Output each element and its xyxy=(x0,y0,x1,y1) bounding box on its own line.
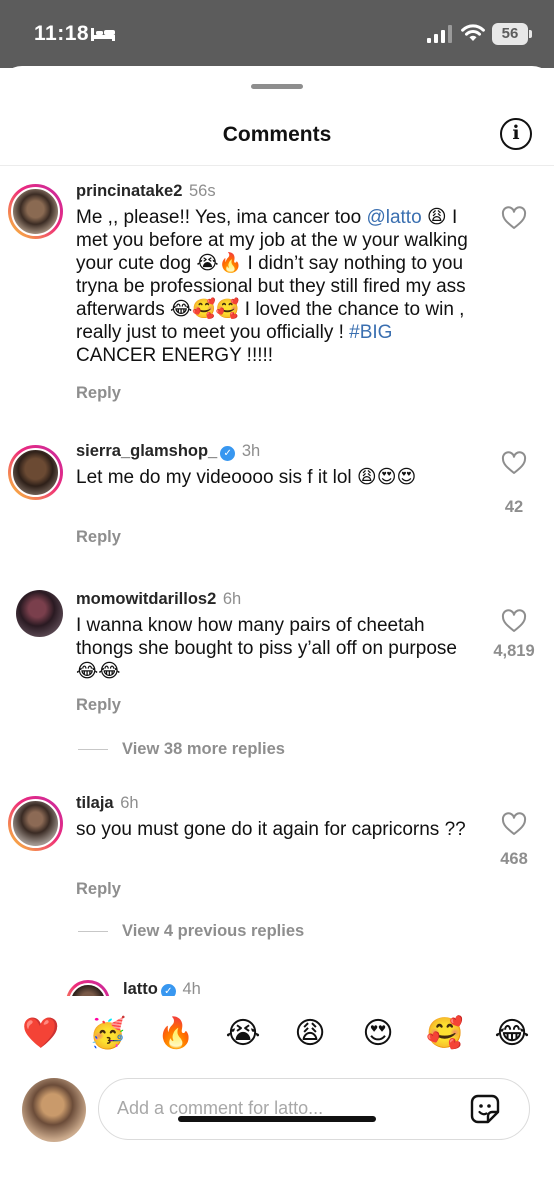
comment-text-segment: CANCER ENERGY !!!!! xyxy=(76,345,274,366)
comment-username[interactable]: latto xyxy=(123,980,158,996)
reaction-heart[interactable]: ❤️ xyxy=(21,1014,61,1054)
comment-time: 3h xyxy=(241,442,261,460)
comment-time: 56s xyxy=(188,182,216,200)
comment-text: I wanna know how many pairs of cheetah t… xyxy=(76,614,476,683)
cellular-signal-icon xyxy=(427,25,452,43)
heart-icon[interactable] xyxy=(501,609,527,633)
quick-reactions-bar: ❤️ 🥳 🔥 😭 😩 😍 🥰 😂 xyxy=(0,998,554,1078)
reaction-heart-eyes[interactable]: 😍 xyxy=(358,1014,398,1054)
comment-text-segment: Me ,, please!! Yes, ima cancer too xyxy=(76,207,367,228)
sticker-icon[interactable] xyxy=(469,1093,501,1125)
like-count: 42 xyxy=(504,498,524,516)
comment-input[interactable]: Add a comment for latto... xyxy=(98,1078,530,1140)
reply-button[interactable]: Reply xyxy=(76,528,121,547)
heart-icon[interactable] xyxy=(501,206,527,230)
comment-time: 6h xyxy=(222,590,242,608)
avatar[interactable] xyxy=(8,184,63,239)
reply-button[interactable]: Reply xyxy=(76,384,121,403)
avatar[interactable] xyxy=(16,590,63,637)
view-replies-button[interactable]: View 4 previous replies xyxy=(78,922,304,941)
verified-badge-icon: ✓ xyxy=(220,446,236,461)
comment-text-segment: Let me do my videoooo sis f it lol 😩😍😍 xyxy=(76,467,417,488)
comment-text: Me ,, please!! Yes, ima cancer too @latt… xyxy=(76,206,476,367)
status-time: 11:18 xyxy=(34,22,90,45)
comment-text: so you must gone do it again for caprico… xyxy=(76,818,476,841)
status-bar: 11:18 56 xyxy=(0,0,554,68)
comment-list[interactable]: princinatake2 56s Me ,, please!! Yes, im… xyxy=(0,166,554,996)
avatar[interactable] xyxy=(8,796,63,851)
comment-time: 6h xyxy=(120,794,139,812)
home-indicator[interactable] xyxy=(178,1116,376,1122)
comment-text-segment: I wanna know how many pairs of cheetah t… xyxy=(76,615,457,682)
info-icon[interactable]: i xyxy=(500,118,532,150)
battery-indicator: 56 xyxy=(492,23,532,45)
comment-time: 4h xyxy=(182,980,201,996)
reaction-party[interactable]: 🥳 xyxy=(88,1014,128,1054)
reaction-smiling-hearts[interactable]: 🥰 xyxy=(425,1014,465,1054)
comment-username[interactable]: princinatake2 xyxy=(76,182,182,200)
comment-username[interactable]: momowitdarillos2 xyxy=(76,590,216,608)
page-title: Comments xyxy=(222,123,332,146)
avatar xyxy=(22,1078,86,1142)
comment-username[interactable]: sierra_glamshop_ xyxy=(76,442,217,460)
avatar[interactable] xyxy=(66,980,110,996)
comments-sheet: Comments i princinatake2 56s Me ,, pleas… xyxy=(0,66,554,1200)
reaction-laughing[interactable]: 😂 xyxy=(492,1014,532,1054)
mention-link[interactable]: @latto xyxy=(366,207,421,228)
reaction-weary[interactable]: 😩 xyxy=(290,1014,330,1054)
avatar[interactable] xyxy=(8,445,63,500)
comment-composer: Add a comment for latto... xyxy=(0,1078,554,1200)
hashtag-link[interactable]: #BIG xyxy=(349,322,392,343)
comment-username[interactable]: tilaja xyxy=(76,794,114,812)
like-count: 4,819 xyxy=(493,642,535,660)
reaction-fire[interactable]: 🔥 xyxy=(156,1014,196,1054)
heart-icon[interactable] xyxy=(501,812,527,836)
sheet-header: Comments i xyxy=(0,66,554,166)
heart-icon[interactable] xyxy=(501,451,527,475)
verified-badge-icon: ✓ xyxy=(160,984,176,996)
view-replies-button[interactable]: View 38 more replies xyxy=(78,740,285,759)
like-count: 468 xyxy=(500,850,528,868)
reply-button[interactable]: Reply xyxy=(76,696,121,715)
comment-text: Let me do my videoooo sis f it lol 😩😍😍 xyxy=(76,466,476,489)
bed-icon xyxy=(91,28,115,41)
wifi-icon xyxy=(461,24,485,41)
reply-button[interactable]: Reply xyxy=(76,880,121,899)
comment-text-segment: so you must gone do it again for caprico… xyxy=(76,819,466,840)
reaction-crying[interactable]: 😭 xyxy=(223,1014,263,1054)
